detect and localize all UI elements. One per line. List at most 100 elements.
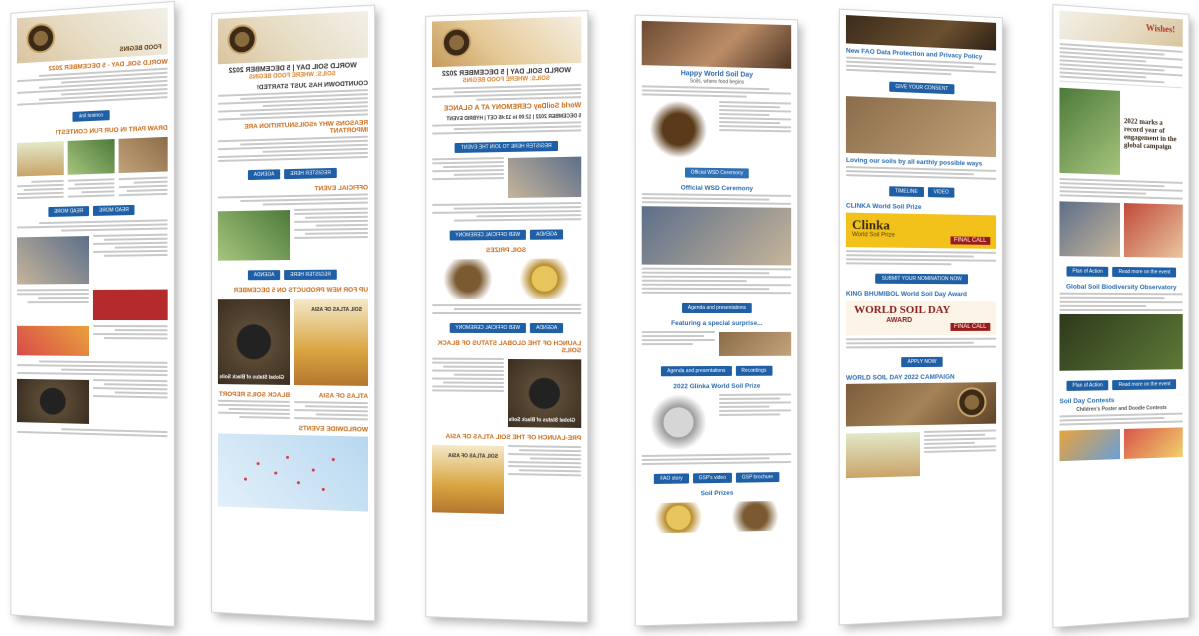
wsd-award-banner: WORLD SOIL DAY AWARD FINAL CALL [845,300,997,336]
clinka-heading: CLINKA World Soil Prize [845,202,922,211]
gsp-brochure-button[interactable]: GSP brochure [735,472,779,483]
register-button[interactable]: REGISTER HERE TO JOIN THE EVENT [455,140,558,153]
newsletter-card-3: WORLD SOIL DAY | 5 DECEMBER 2022 SOILS: … [426,11,588,622]
apply-now-button[interactable]: APPLY NOW [901,356,943,368]
featuring-heading: Featuring a special surprise... [671,319,763,328]
new-products-heading: UP FOR NEW PRODUCTS ON 5 DECEMBER [233,286,369,295]
contest-drawing [1123,427,1183,459]
banner-image [432,16,582,68]
poster-image [16,141,64,177]
banner-image: FOOD BEGINS [16,7,168,64]
newsletter-card-1: FOOD BEGINS WORLD SOIL DAY - 5 DECEMBER … [11,2,174,626]
ceremony-heading: World SoilDay CEREMONY AT A GLANCE [443,102,582,113]
biodiversity-heading: Global Soil Biodiversity Observatory [1065,283,1177,292]
clinka-banner: Clinka World Soil Prize FINAL CALL [845,212,997,249]
world-soil-day-logo-icon [227,23,257,55]
recordings-button[interactable]: Recordings [735,365,773,376]
gold-medal-image [507,258,582,299]
soil-logo-image [16,378,90,424]
hands-soil-photo [845,96,997,158]
launch-heading: LAUNCH OF THE GLOBAL STATUS OF BLACK SOI… [437,339,582,355]
register-button[interactable]: REGISTER HERE [284,269,337,281]
final-call-badge: FINAL CALL [950,322,991,331]
children-image [217,210,291,261]
event-photo [1123,203,1183,258]
banner-text: FOOD BEGINS [119,44,162,54]
book-title: Global Status of Black Soils [219,374,285,381]
world-map[interactable] [217,433,369,512]
book-title: SOIL ATLAS OF ASIA [311,306,362,313]
plan-of-action-button[interactable]: Plan of Action [1066,266,1109,277]
soil-atlas-cover: SOIL ATLAS OF ASIA [432,444,505,514]
campaign-image [1059,87,1121,175]
submit-nomination-button[interactable]: SUBMIT YOUR NOMINATION NOW [875,273,968,285]
banner-image [845,15,997,51]
award-logo-image [718,500,792,532]
prelaunch-heading: PRE-LAUNCH OF THE SOIL ATLAS OF ASIA [445,433,582,443]
surprise-image [718,331,792,356]
clinka-subtitle: World Soil Prize [852,231,895,239]
register-button[interactable]: REGISTER HERE [284,167,337,180]
agenda-button[interactable]: AGENDA [247,270,281,281]
bhumibol-heading: KING BHUMIBOL World Soil Day Award [845,290,967,299]
world-soil-day-logo-icon [441,27,472,58]
award-logo-image [432,259,505,300]
soil-prizes-heading: SOIL PRIZES [485,246,527,255]
agenda-button[interactable]: AGENDA [530,229,564,240]
agenda-button[interactable]: Agenda and presentations [661,365,732,377]
black-soils-cover: Global Status of Black Soils [507,359,582,428]
gsp-video-button[interactable]: GSP's video [692,472,732,484]
wsd-award-logo: WORLD SOIL DAY [854,303,951,317]
agenda-button[interactable]: AGENDA [247,169,281,181]
wsd-award-word: AWARD [886,317,913,325]
read-more-button[interactable]: Read more on the event [1112,266,1177,278]
black-soils-cover: Global Status of Black Soils [217,299,291,385]
glinka-award-heading: 2022 Glinka World Soil Prize [673,382,761,391]
web-ceremony-button[interactable]: WEB OFFICIAL CEREMONY [449,322,527,334]
banner-image [217,11,369,65]
family-image [16,236,90,285]
fao-story-button[interactable]: FAO story [654,473,689,484]
give-consent-button[interactable]: GIVE YOUR CONSENT [889,81,955,95]
silver-medal-image [641,395,716,450]
world-soil-day-logo-icon [957,387,987,418]
world-soil-day-logo-icon [641,100,716,158]
read-more-button[interactable]: READ MORE [48,206,90,217]
banner-image [641,20,792,69]
soil-atlas-cover: SOIL ATLAS OF ASIA [293,298,369,386]
event-photo [1059,201,1121,257]
video-button[interactable]: VIDEO [927,187,955,198]
contest-link-button[interactable]: contest link [72,110,110,122]
gold-medal-image [641,502,716,534]
poster-image [118,136,168,174]
newsletter-collage: FOOD BEGINS WORLD SOIL DAY - 5 DECEMBER … [0,0,1199,636]
read-more-button[interactable]: Read more on the event [1112,379,1177,391]
final-call-badge: FINAL CALL [950,236,991,245]
worldwide-events-heading: WORLDWIDE EVENTS [298,425,369,434]
timeline-button[interactable]: TIMELINE [888,186,924,198]
plan-of-action-button[interactable]: Plan of Action [1066,380,1109,391]
newsletter-card-2: WORLD SOIL DAY | 5 DECEMBER 2022 SOILS: … [212,5,375,621]
campaign-heading: WORLD SOIL DAY 2022 CAMPAIGN [845,373,955,382]
wishes-text: Wishes! [1145,22,1176,35]
soil-prizes-heading: Soil Prizes [700,489,734,498]
clinka-logo: Clinka [852,216,890,233]
poster-image [67,139,115,175]
record-year-text: 2022 marks a record year of engagement i… [1123,117,1177,151]
official-ceremony-button[interactable]: Official WSD Ceremony [684,167,750,179]
video-thumbnail[interactable] [92,289,168,321]
world-soil-day-logo-icon [26,22,56,55]
agenda-button[interactable]: Agenda and presentations [681,302,752,314]
read-more-button[interactable]: READ MORE [92,204,135,216]
campaign-banner [845,382,997,427]
agenda-button[interactable]: AGENDA [530,323,564,334]
contest-drawing [1059,429,1121,462]
web-ceremony-button[interactable]: WEB OFFICIAL CEREMONY [449,229,527,241]
speaker-photo [507,156,582,198]
newsletter-card-4: Happy World Soil Day Soils, where food b… [635,15,798,626]
ceremony-photo [641,206,792,266]
newsletter-card-5: New FAO Data Protection and Privacy Poli… [839,9,1002,625]
black-soils-heading: BLACK SOILS REPORT [218,390,291,399]
official-ceremony-heading: Official WSD Ceremony [680,184,754,193]
newsletter-card-6: Wishes! 2022 marks a record year of enga… [1053,5,1189,627]
